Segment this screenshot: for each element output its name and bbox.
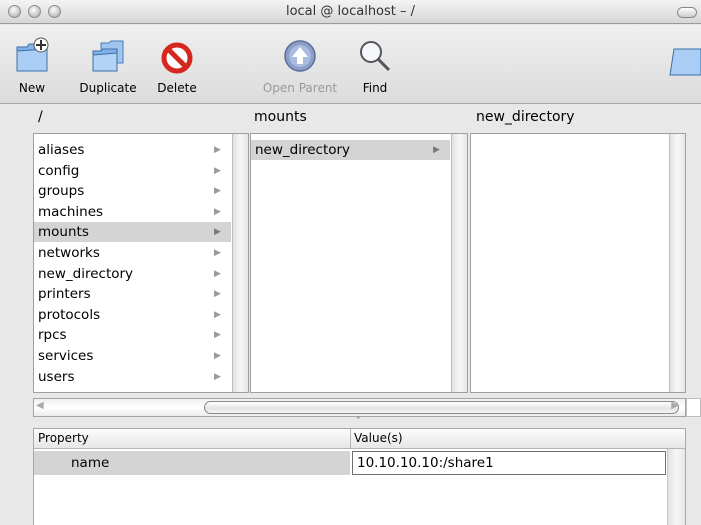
properties-scrollbar[interactable]	[667, 449, 685, 525]
scroll-left-icon[interactable]: ◀	[36, 400, 44, 411]
list-item-label: services	[38, 348, 94, 364]
delete-icon	[158, 37, 196, 75]
list-item-label: printers	[38, 286, 91, 303]
open-parent-label: Open Parent	[262, 81, 338, 95]
list-item-label: machines	[38, 203, 104, 220]
list-item-label: mounts	[38, 224, 89, 241]
toolbar-toggle-button[interactable]	[677, 7, 697, 18]
property-row[interactable]: name 10.10.10.10:/share1	[34, 451, 666, 475]
column-browser: / mounts new_directory aliases ▶ config ▶ gr…	[0, 105, 701, 395]
horizontal-scrollbar[interactable]: ◀ ▶	[33, 398, 686, 417]
list-item[interactable]: protocols ▶	[34, 305, 231, 325]
list-item[interactable]: services ▶	[34, 346, 231, 366]
magnifier-icon	[356, 37, 394, 75]
new-label: New	[18, 81, 46, 95]
column-header-mounts: mounts	[254, 109, 307, 125]
list-item[interactable]: users ▶	[34, 367, 231, 387]
duplicate-button[interactable]: Duplicate	[72, 25, 144, 104]
open-parent-button[interactable]: Open Parent	[255, 25, 345, 104]
toolbar: New Duplicate Delete Open Parent Find	[0, 25, 701, 104]
browser-column-root[interactable]: aliases ▶ config ▶ groups ▶ machines ▶ mounts ▶ ne…	[33, 133, 249, 393]
open-parent-icon	[281, 37, 319, 75]
list-item-label: new_directory	[38, 265, 134, 282]
property-name[interactable]: name	[34, 451, 350, 475]
list-item-label: groups	[38, 183, 85, 200]
disclosure-arrow-icon: ▶	[214, 248, 221, 258]
scroll-right-icon[interactable]: ▶	[671, 400, 679, 411]
list-item-label: new_directory	[255, 142, 351, 158]
list-item[interactable]: mounts ▶	[34, 222, 231, 243]
disclosure-arrow-icon: ▶	[214, 145, 221, 155]
column-scrollbar[interactable]	[232, 134, 248, 392]
disclosure-arrow-icon: ▶	[433, 145, 440, 155]
find-button[interactable]: Find	[355, 25, 395, 104]
list-item[interactable]: rpcs ▶	[34, 325, 231, 345]
scroll-thumb[interactable]	[204, 401, 679, 414]
column-scrollbar[interactable]	[451, 134, 467, 392]
list-item[interactable]: machines ▶	[34, 202, 231, 222]
column-scrollbar[interactable]	[669, 134, 685, 392]
column-header-root: /	[38, 109, 43, 125]
list-item-label: rpcs	[38, 327, 67, 344]
scroll-corner	[686, 398, 701, 417]
disclosure-arrow-icon: ▶	[214, 289, 221, 300]
disclosure-arrow-icon: ▶	[214, 227, 221, 238]
list-item[interactable]: new_directory ▶	[34, 264, 231, 284]
browser-column-new-directory[interactable]	[470, 133, 686, 393]
property-column-header[interactable]: Property	[38, 431, 89, 445]
new-folder-icon	[13, 37, 51, 75]
new-button[interactable]: New	[12, 25, 52, 104]
title-bar: local @ localhost – /	[0, 0, 701, 24]
partial-folder-icon	[666, 41, 701, 79]
list-item[interactable]: printers ▶	[34, 284, 231, 304]
property-value-field[interactable]: 10.10.10.10:/share1	[352, 451, 666, 475]
column-header-new-directory: new_directory	[476, 109, 575, 125]
list-item-label: aliases	[38, 142, 85, 158]
list-item-label: users	[38, 368, 75, 385]
properties-table: Property Value(s) name 10.10.10.10:/shar…	[33, 428, 686, 525]
duplicate-label: Duplicate	[79, 81, 137, 95]
list-item[interactable]: groups ▶	[34, 181, 231, 201]
disclosure-arrow-icon: ▶	[214, 351, 221, 361]
disclosure-arrow-icon: ▶	[214, 309, 221, 320]
values-column-header[interactable]: Value(s)	[354, 431, 403, 445]
delete-label: Delete	[157, 81, 197, 95]
window-title: local @ localhost – /	[285, 4, 416, 19]
list-item[interactable]: networks ▶	[34, 243, 231, 263]
list-item-label: protocols	[38, 306, 101, 323]
split-view-divider[interactable]: ˆ	[0, 417, 701, 428]
disclosure-arrow-icon: ▶	[214, 165, 221, 176]
splitter-grip-icon: ˆ	[356, 417, 361, 427]
duplicate-folder-icon	[89, 37, 127, 75]
browser-column-mounts[interactable]: new_directory ▶	[250, 133, 468, 393]
list-item[interactable]: aliases ▶	[34, 140, 231, 160]
list-item-label: config	[38, 162, 80, 179]
find-label: Find	[362, 81, 388, 95]
disclosure-arrow-icon: ▶	[214, 371, 221, 382]
list-item[interactable]: new_directory ▶	[251, 140, 450, 160]
disclosure-arrow-icon: ▶	[214, 268, 221, 279]
disclosure-arrow-icon: ▶	[214, 330, 221, 341]
properties-header: Property Value(s)	[34, 429, 685, 449]
disclosure-arrow-icon: ▶	[214, 186, 221, 197]
delete-button[interactable]: Delete	[152, 25, 202, 104]
list-item[interactable]: config ▶	[34, 161, 231, 181]
list-item-label: networks	[38, 245, 100, 261]
disclosure-arrow-icon: ▶	[214, 206, 221, 217]
